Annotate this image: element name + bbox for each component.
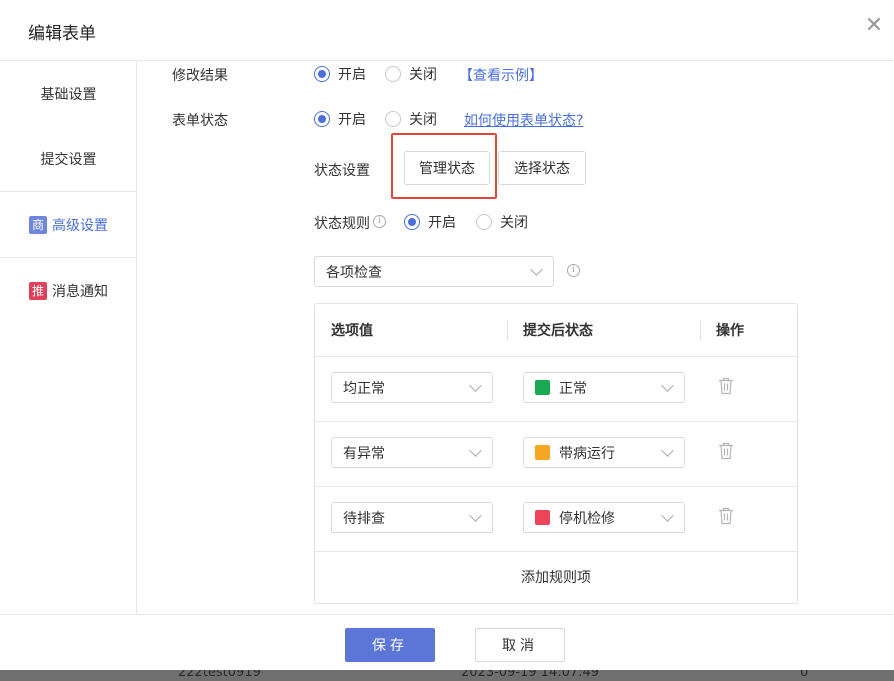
form-status-on-radio[interactable]: 开启 xyxy=(314,109,366,129)
background-table-row: 222test0919 2023-09-19 14:07:49 0 xyxy=(0,670,894,681)
chevron-down-icon xyxy=(661,509,674,522)
info-icon[interactable]: i xyxy=(373,215,386,228)
chevron-down-icon xyxy=(661,379,674,392)
chevron-down-icon xyxy=(661,444,674,457)
settings-content: 修改结果 开启 关闭 【查看示例】 表单状态 开启 关闭 如何使用表单状态? 状… xyxy=(137,61,894,614)
chevron-down-icon xyxy=(469,379,482,392)
cancel-button[interactable]: 取消 xyxy=(475,628,565,662)
modify-result-off-radio[interactable]: 关闭 xyxy=(385,64,437,84)
close-icon[interactable]: ✕ xyxy=(862,14,886,38)
option-value-select[interactable]: 待排查 xyxy=(331,502,493,533)
radio-label: 关闭 xyxy=(409,112,437,128)
status-rule-label: 状态规则 xyxy=(314,216,370,232)
chevron-down-icon xyxy=(469,509,482,522)
select-value: 各项检查 xyxy=(326,264,382,281)
modify-result-on-radio[interactable]: 开启 xyxy=(314,64,366,84)
status-color-swatch xyxy=(535,380,550,395)
column-header: 选项值 xyxy=(331,323,373,339)
select-value: 停机检修 xyxy=(559,510,615,527)
radio-checked-icon xyxy=(314,111,330,127)
delete-icon[interactable] xyxy=(718,442,734,460)
info-icon[interactable]: i xyxy=(567,264,580,277)
status-color-swatch xyxy=(535,510,550,525)
status-rule-on-radio[interactable]: 开启 xyxy=(404,212,456,232)
save-button[interactable]: 保存 xyxy=(345,628,435,662)
row-divider xyxy=(315,486,797,487)
select-value: 均正常 xyxy=(343,380,385,397)
rule-table: 选项值 提交后状态 操作 均正常 正常 有异常 带病运行 待排查 停机检修 添加… xyxy=(314,303,798,604)
sidebar-item-advanced-settings[interactable]: 商 高级设置 xyxy=(0,192,137,258)
form-status-help-link[interactable]: 如何使用表单状态? xyxy=(464,110,583,130)
background-cell: 0 xyxy=(800,670,809,680)
status-color-swatch xyxy=(535,445,550,460)
chevron-down-icon xyxy=(469,444,482,457)
field-select[interactable]: 各项检查 xyxy=(314,256,554,287)
column-header: 提交后状态 xyxy=(523,323,593,339)
status-select[interactable]: 停机检修 xyxy=(523,502,685,533)
push-badge-icon: 推 xyxy=(29,282,47,300)
column-divider xyxy=(507,320,508,340)
status-rule-off-radio[interactable]: 关闭 xyxy=(476,212,528,232)
option-value-select[interactable]: 均正常 xyxy=(331,372,493,403)
status-select[interactable]: 带病运行 xyxy=(523,437,685,468)
background-cell: 222test0919 xyxy=(178,670,261,680)
radio-label: 开启 xyxy=(428,215,456,231)
column-header: 操作 xyxy=(716,323,744,339)
status-select[interactable]: 正常 xyxy=(523,372,685,403)
select-value: 有异常 xyxy=(343,445,385,462)
dialog-footer: 保存 取消 xyxy=(0,614,894,670)
chevron-down-icon xyxy=(530,263,543,276)
row-divider xyxy=(315,356,797,357)
form-status-off-radio[interactable]: 关闭 xyxy=(385,109,437,129)
radio-checked-icon xyxy=(314,66,330,82)
sidebar-item-label: 提交设置 xyxy=(40,151,97,168)
delete-icon[interactable] xyxy=(718,377,734,395)
sidebar-item-label: 基础设置 xyxy=(40,87,97,103)
radio-unchecked-icon xyxy=(476,214,492,230)
manage-status-button[interactable]: 管理状态 xyxy=(404,151,490,185)
column-divider xyxy=(700,320,701,340)
sidebar-item-basic-settings[interactable]: 基础设置 xyxy=(0,61,137,127)
sidebar-item-label: 高级设置 xyxy=(52,217,108,234)
sidebar: 基础设置 提交设置 商 高级设置 推 消息通知 xyxy=(0,61,137,614)
business-badge-icon: 商 xyxy=(29,215,47,234)
delete-icon[interactable] xyxy=(718,507,734,525)
dialog-header: 编辑表单 ✕ xyxy=(0,0,894,61)
radio-label: 关闭 xyxy=(409,67,437,83)
select-value: 带病运行 xyxy=(559,445,615,462)
sidebar-item-notifications[interactable]: 推 消息通知 xyxy=(0,258,137,324)
add-rule-button[interactable]: 添加规则项 xyxy=(315,551,797,603)
radio-label: 开启 xyxy=(338,112,366,128)
radio-checked-icon xyxy=(404,214,420,230)
radio-unchecked-icon xyxy=(385,111,401,127)
sidebar-item-label: 消息通知 xyxy=(52,284,108,300)
select-status-button[interactable]: 选择状态 xyxy=(498,151,586,185)
form-status-label: 表单状态 xyxy=(172,113,228,129)
select-value: 正常 xyxy=(559,380,587,397)
sidebar-item-submit-settings[interactable]: 提交设置 xyxy=(0,126,137,192)
row-divider xyxy=(315,421,797,422)
status-setting-label: 状态设置 xyxy=(314,163,370,179)
radio-label: 关闭 xyxy=(500,215,528,231)
view-example-link[interactable]: 【查看示例】 xyxy=(459,65,543,85)
select-value: 待排查 xyxy=(343,510,385,527)
radio-unchecked-icon xyxy=(385,66,401,82)
option-value-select[interactable]: 有异常 xyxy=(331,437,493,468)
dialog-title: 编辑表单 xyxy=(28,24,96,44)
background-cell: 2023-09-19 14:07:49 xyxy=(461,670,600,680)
edit-form-dialog: 编辑表单 ✕ 基础设置 提交设置 商 高级设置 推 消息通知 修改结果 开启 关… xyxy=(0,0,894,670)
modify-result-label: 修改结果 xyxy=(172,68,228,84)
radio-label: 开启 xyxy=(338,67,366,83)
